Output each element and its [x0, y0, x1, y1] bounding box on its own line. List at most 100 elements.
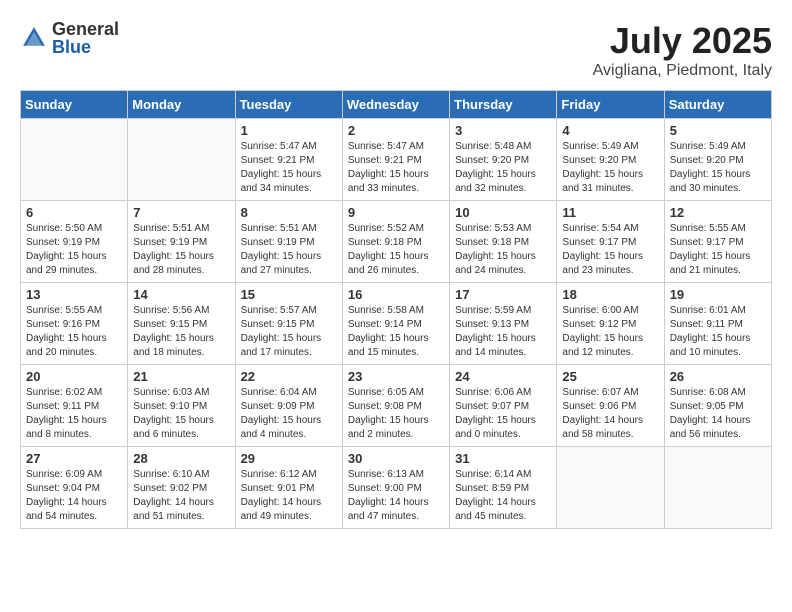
calendar-cell: 12 Sunrise: 5:55 AM Sunset: 9:17 PM Dayli… — [664, 201, 771, 283]
calendar-cell — [557, 447, 664, 529]
day-number: 14 — [133, 287, 229, 302]
month-title: July 2025 — [593, 20, 772, 62]
calendar-cell: 2Sunrise: 5:47 AM Sunset: 9:21 PM Daylig… — [342, 119, 449, 201]
cell-text: Sunrise: 6:00 AM Sunset: 9:12 PM Dayligh… — [562, 304, 658, 360]
calendar-week-row: 1 Sunrise: 5:47 AM Sunset: 9:21 PM Daylig… — [21, 119, 772, 201]
day-number: 3 — [455, 123, 551, 138]
day-number: 23 — [348, 369, 444, 384]
title-area: July 2025 Avigliana, Piedmont, Italy — [593, 20, 772, 80]
day-number: 2 — [348, 123, 444, 138]
day-number: 12 — [670, 205, 766, 220]
calendar-cell: 7 Sunrise: 5:51 AM Sunset: 9:19 PM Daylig… — [128, 201, 235, 283]
calendar-cell: 14 Sunrise: 5:56 AM Sunset: 9:15 PM Dayli… — [128, 283, 235, 365]
cell-text: Sunrise: 5:53 AM Sunset: 9:18 PM Dayligh… — [455, 222, 551, 278]
day-number: 22 — [241, 369, 337, 384]
day-number: 25 — [562, 369, 658, 384]
day-number: 13 — [26, 287, 122, 302]
day-number: 10 — [455, 205, 551, 220]
calendar-cell: 3 Sunrise: 5:48 AM Sunset: 9:20 PM Daylig… — [450, 119, 557, 201]
calendar-cell: 1 Sunrise: 5:47 AM Sunset: 9:21 PM Daylig… — [235, 119, 342, 201]
cell-text: Sunrise: 6:04 AM Sunset: 9:09 PM Dayligh… — [241, 386, 337, 442]
logo-text: General Blue — [52, 20, 119, 56]
day-number: 21 — [133, 369, 229, 384]
calendar-cell: 22 Sunrise: 6:04 AM Sunset: 9:09 PM Dayli… — [235, 365, 342, 447]
day-number: 18 — [562, 287, 658, 302]
cell-text: Sunrise: 5:58 AM Sunset: 9:14 PM Dayligh… — [348, 304, 444, 360]
calendar-cell: 20 Sunrise: 6:02 AM Sunset: 9:11 PM Dayli… — [21, 365, 128, 447]
logo-general: General — [52, 20, 119, 38]
cell-text: Sunrise: 5:48 AM Sunset: 9:20 PM Dayligh… — [455, 140, 551, 196]
day-number: 24 — [455, 369, 551, 384]
calendar-cell: 28 Sunrise: 6:10 AM Sunset: 9:02 PM Dayli… — [128, 447, 235, 529]
calendar-cell: 27Sunrise: 6:09 AM Sunset: 9:04 PM Dayli… — [21, 447, 128, 529]
weekday-header: Sunday — [21, 91, 128, 119]
cell-text: Sunrise: 5:47 AM Sunset: 9:21 PM Dayligh… — [241, 140, 337, 196]
cell-text: Sunrise: 5:49 AM Sunset: 9:20 PM Dayligh… — [562, 140, 658, 196]
cell-text: Sunrise: 6:01 AM Sunset: 9:11 PM Dayligh… — [670, 304, 766, 360]
cell-text: Sunrise: 5:59 AM Sunset: 9:13 PM Dayligh… — [455, 304, 551, 360]
day-number: 4 — [562, 123, 658, 138]
day-number: 20 — [26, 369, 122, 384]
calendar-week-row: 13Sunrise: 5:55 AM Sunset: 9:16 PM Dayli… — [21, 283, 772, 365]
calendar-cell: 31Sunrise: 6:14 AM Sunset: 8:59 PM Dayli… — [450, 447, 557, 529]
calendar-cell: 29 Sunrise: 6:12 AM Sunset: 9:01 PM Dayli… — [235, 447, 342, 529]
cell-text: Sunrise: 5:55 AM Sunset: 9:17 PM Dayligh… — [670, 222, 766, 278]
calendar-cell: 5Sunrise: 5:49 AM Sunset: 9:20 PM Daylig… — [664, 119, 771, 201]
day-number: 6 — [26, 205, 122, 220]
logo-icon — [20, 24, 48, 52]
cell-text: Sunrise: 6:03 AM Sunset: 9:10 PM Dayligh… — [133, 386, 229, 442]
calendar-cell: 4 Sunrise: 5:49 AM Sunset: 9:20 PM Daylig… — [557, 119, 664, 201]
location: Avigliana, Piedmont, Italy — [593, 62, 772, 80]
cell-text: Sunrise: 5:54 AM Sunset: 9:17 PM Dayligh… — [562, 222, 658, 278]
day-number: 19 — [670, 287, 766, 302]
calendar-week-row: 27Sunrise: 6:09 AM Sunset: 9:04 PM Dayli… — [21, 447, 772, 529]
calendar-cell: 11Sunrise: 5:54 AM Sunset: 9:17 PM Dayli… — [557, 201, 664, 283]
calendar-week-row: 20 Sunrise: 6:02 AM Sunset: 9:11 PM Dayli… — [21, 365, 772, 447]
cell-text: Sunrise: 6:07 AM Sunset: 9:06 PM Dayligh… — [562, 386, 658, 442]
calendar-week-row: 6Sunrise: 5:50 AM Sunset: 9:19 PM Daylig… — [21, 201, 772, 283]
cell-text: Sunrise: 5:51 AM Sunset: 9:19 PM Dayligh… — [241, 222, 337, 278]
calendar-cell: 19 Sunrise: 6:01 AM Sunset: 9:11 PM Dayli… — [664, 283, 771, 365]
cell-text: Sunrise: 6:09 AM Sunset: 9:04 PM Dayligh… — [26, 468, 122, 524]
weekday-header: Saturday — [664, 91, 771, 119]
cell-text: Sunrise: 5:52 AM Sunset: 9:18 PM Dayligh… — [348, 222, 444, 278]
day-number: 29 — [241, 451, 337, 466]
calendar-cell: 26Sunrise: 6:08 AM Sunset: 9:05 PM Dayli… — [664, 365, 771, 447]
cell-text: Sunrise: 6:13 AM Sunset: 9:00 PM Dayligh… — [348, 468, 444, 524]
calendar-cell: 17Sunrise: 5:59 AM Sunset: 9:13 PM Dayli… — [450, 283, 557, 365]
day-number: 7 — [133, 205, 229, 220]
cell-text: Sunrise: 5:49 AM Sunset: 9:20 PM Dayligh… — [670, 140, 766, 196]
calendar-cell: 21 Sunrise: 6:03 AM Sunset: 9:10 PM Dayli… — [128, 365, 235, 447]
cell-text: Sunrise: 5:56 AM Sunset: 9:15 PM Dayligh… — [133, 304, 229, 360]
calendar-cell: 23 Sunrise: 6:05 AM Sunset: 9:08 PM Dayli… — [342, 365, 449, 447]
day-number: 30 — [348, 451, 444, 466]
day-number: 8 — [241, 205, 337, 220]
calendar-cell: 18 Sunrise: 6:00 AM Sunset: 9:12 PM Dayli… — [557, 283, 664, 365]
weekday-header: Monday — [128, 91, 235, 119]
cell-text: Sunrise: 5:57 AM Sunset: 9:15 PM Dayligh… — [241, 304, 337, 360]
cell-text: Sunrise: 6:06 AM Sunset: 9:07 PM Dayligh… — [455, 386, 551, 442]
page-header: General Blue July 2025 Avigliana, Piedmo… — [20, 20, 772, 80]
cell-text: Sunrise: 5:51 AM Sunset: 9:19 PM Dayligh… — [133, 222, 229, 278]
day-number: 16 — [348, 287, 444, 302]
weekday-header: Friday — [557, 91, 664, 119]
cell-text: Sunrise: 6:05 AM Sunset: 9:08 PM Dayligh… — [348, 386, 444, 442]
calendar-cell — [664, 447, 771, 529]
logo: General Blue — [20, 20, 119, 56]
cell-text: Sunrise: 6:10 AM Sunset: 9:02 PM Dayligh… — [133, 468, 229, 524]
day-number: 9 — [348, 205, 444, 220]
calendar-table: SundayMondayTuesdayWednesdayThursdayFrid… — [20, 90, 772, 529]
cell-text: Sunrise: 6:14 AM Sunset: 8:59 PM Dayligh… — [455, 468, 551, 524]
calendar-cell: 8 Sunrise: 5:51 AM Sunset: 9:19 PM Daylig… — [235, 201, 342, 283]
day-number: 26 — [670, 369, 766, 384]
weekday-header: Thursday — [450, 91, 557, 119]
calendar-cell: 25 Sunrise: 6:07 AM Sunset: 9:06 PM Dayli… — [557, 365, 664, 447]
calendar-cell — [128, 119, 235, 201]
logo-blue: Blue — [52, 38, 119, 56]
day-number: 1 — [241, 123, 337, 138]
calendar-cell: 30 Sunrise: 6:13 AM Sunset: 9:00 PM Dayli… — [342, 447, 449, 529]
day-number: 28 — [133, 451, 229, 466]
calendar-cell: 13Sunrise: 5:55 AM Sunset: 9:16 PM Dayli… — [21, 283, 128, 365]
cell-text: Sunrise: 6:12 AM Sunset: 9:01 PM Dayligh… — [241, 468, 337, 524]
cell-text: Sunrise: 6:02 AM Sunset: 9:11 PM Dayligh… — [26, 386, 122, 442]
